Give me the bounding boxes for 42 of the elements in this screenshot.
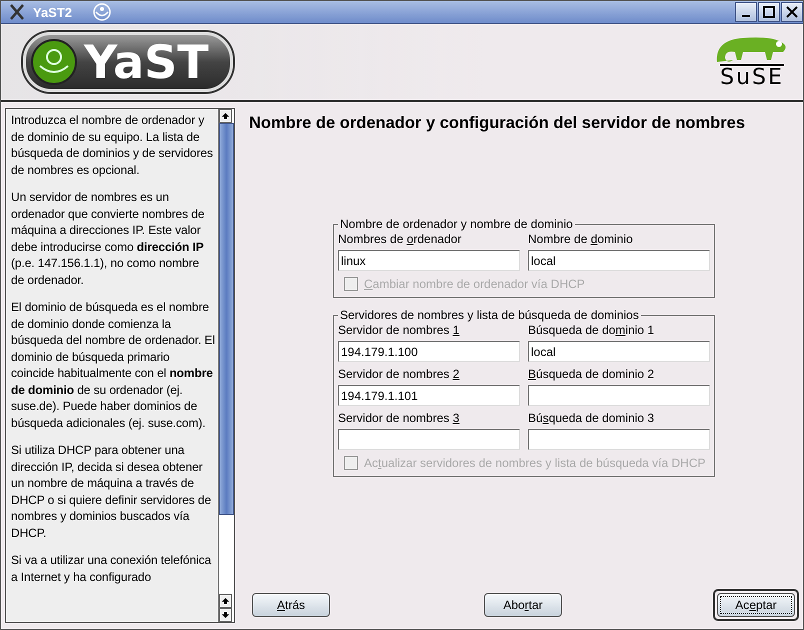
minimize-button[interactable] xyxy=(735,2,757,22)
input-field[interactable]: local xyxy=(528,250,710,271)
page-heading: Nombre de ordenador y configuración del servidor de nombres xyxy=(249,114,746,133)
scrollbar[interactable] xyxy=(218,109,234,622)
input-field[interactable]: 194.179.1.101 xyxy=(338,385,520,406)
gecko-icon xyxy=(92,3,112,21)
input-field[interactable] xyxy=(528,429,710,450)
checkbox-label: Actualizar servidores de nombres y lista de búsqueda vía DHCP xyxy=(364,456,706,470)
dialog-button[interactable]: Aceptar xyxy=(717,593,795,617)
brand-logo: SuSE xyxy=(713,34,791,90)
field-label: Servidor de nombres 1 xyxy=(338,322,460,338)
dialog-button[interactable]: Abortar xyxy=(484,593,562,617)
field-label: Servidor de nombres 2 xyxy=(338,366,460,382)
input-field[interactable]: 194.179.1.100 xyxy=(338,341,520,362)
scrollbar-thumb[interactable] xyxy=(219,123,234,515)
field-label: Búsqueda de dominio 2 xyxy=(528,366,656,382)
window-title: YaST2 xyxy=(33,4,72,20)
field-label: Servidor de nombres 3 xyxy=(338,410,460,426)
yast-logo: YaST xyxy=(23,32,233,92)
field-label: Búsqueda de dominio 1 xyxy=(528,322,656,338)
help-paragraph: Si va a utilizar una conexión telefónica a Internet y ha configurado xyxy=(11,552,212,585)
input-field[interactable]: local xyxy=(528,341,710,362)
input-field[interactable]: linux xyxy=(338,250,520,271)
x-logo-icon xyxy=(9,4,25,20)
maximize-icon[interactable] xyxy=(763,6,775,18)
field-label: Nombres de ordenador xyxy=(338,231,462,247)
group-title: Servidores de nombres y lista de búsqueda de dominios xyxy=(339,308,640,322)
field-label: Nombre de dominio xyxy=(528,231,634,247)
input-field[interactable] xyxy=(528,385,710,406)
help-paragraph: Introduzca el nombre de ordenador y de dominio de su equipo. La lista de búsqueda de dominios y de servidores de nombres es opcional. xyxy=(11,112,214,178)
orb-icon xyxy=(30,38,78,86)
close-icon[interactable] xyxy=(786,6,798,18)
close-button[interactable] xyxy=(781,2,803,22)
field-label: Búsqueda de dominio 3 xyxy=(528,410,656,426)
dialog-button[interactable]: Atrás xyxy=(252,593,330,617)
group-title: Nombre de ordenador y nombre de dominio xyxy=(339,217,574,231)
help-paragraph: Si utiliza DHCP para obtener una dirección IP, decida si desea obtener un nombre de máquina a través de DHCP o si quiere definir servidores de nombres y dominios buscados vía DHCP. xyxy=(11,442,212,541)
input-field[interactable] xyxy=(338,429,520,450)
maximize-button[interactable] xyxy=(758,2,780,22)
help-paragraph: El dominio de búsqueda es el nombre de dominio donde comienza la búsqueda del nombre de ordenador. El dominio de búsqueda primario coincide habitualmente con el nombre de dominio de su ordenador (ej. suse.de). Puede haber dominios de búsqueda adicionales (ej. suse.com). xyxy=(11,299,215,431)
help-paragraph: Un servidor de nombres es un ordenador que convierte nombres de máquina a direcciones IP. Este valor debe introducirse como dirección IP (p.e. 147.156.1.1), no como nombre de ordenador. xyxy=(11,189,206,288)
checkbox-label: Cambiar nombre de ordenador vía DHCP xyxy=(364,277,585,291)
